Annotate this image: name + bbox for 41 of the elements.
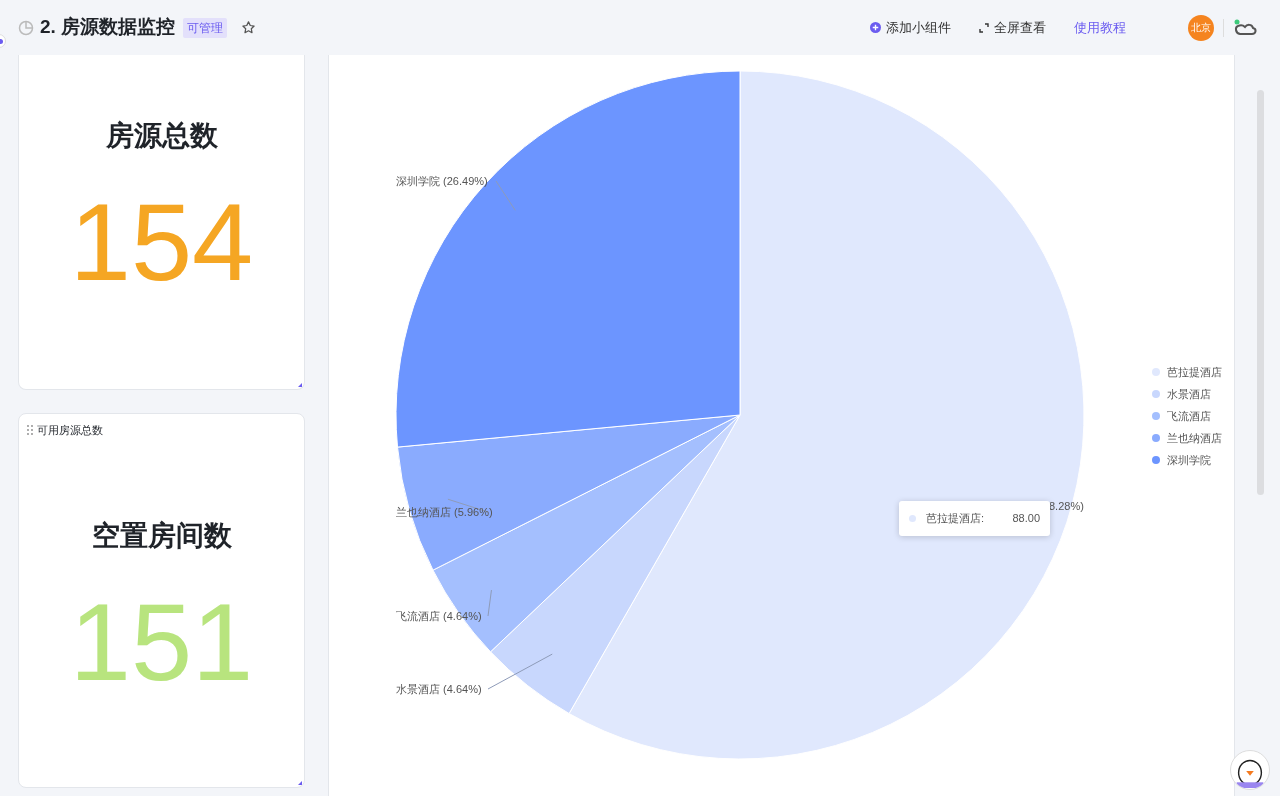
leader-line bbox=[495, 180, 516, 211]
tutorial-link[interactable]: 使用教程 bbox=[1074, 17, 1126, 38]
slice-label: 深圳学院 (26.49%) bbox=[396, 175, 488, 187]
legend-item[interactable]: 水景酒店 bbox=[1152, 388, 1211, 400]
leader-line bbox=[487, 653, 553, 690]
drag-handle-icon[interactable] bbox=[27, 425, 33, 436]
dashboard-title: 2. 房源数据监控 bbox=[40, 15, 176, 40]
pie-slice[interactable] bbox=[568, 70, 1084, 760]
slice-label: 飞流酒店 (4.64%) bbox=[396, 610, 482, 622]
fullscreen-button[interactable]: 全屏查看 bbox=[979, 17, 1046, 38]
legend-item[interactable]: 飞流酒店 bbox=[1152, 410, 1211, 422]
star-icon[interactable] bbox=[241, 20, 257, 35]
resize-handle-icon[interactable] bbox=[298, 781, 302, 785]
permission-tag: 可管理 bbox=[183, 17, 228, 38]
legend-label: 芭拉提酒店 bbox=[1167, 366, 1222, 378]
add-button[interactable]: 添加小组件 bbox=[870, 17, 951, 38]
widget-title: 空置房间数 bbox=[91, 518, 232, 553]
pie-slice[interactable] bbox=[395, 70, 741, 448]
assistant-avatar[interactable] bbox=[1230, 750, 1270, 790]
slice-label: 8.28%) bbox=[1049, 500, 1084, 512]
legend-item[interactable]: 兰也纳酒店 bbox=[1152, 432, 1222, 444]
legend-item[interactable]: 深圳学院 bbox=[1152, 454, 1211, 466]
legend-item[interactable]: 芭拉提酒店 bbox=[1152, 366, 1222, 378]
tooltip-value: 88.00 bbox=[1012, 511, 1040, 527]
widget-title: 房源总数 bbox=[105, 119, 218, 153]
plus-circle-icon bbox=[870, 22, 881, 33]
pie-chart-icon bbox=[18, 19, 34, 36]
leader-line bbox=[487, 589, 492, 617]
scrollbar-thumb[interactable] bbox=[1257, 90, 1264, 495]
legend-label: 深圳学院 bbox=[1167, 454, 1211, 466]
widget-header: 可用房源总数 bbox=[37, 423, 103, 438]
slice-label: 水景酒店 (4.64%) bbox=[396, 683, 482, 695]
widget-value: 154 bbox=[69, 187, 254, 297]
tooltip-label: 芭拉提酒店: bbox=[926, 511, 985, 527]
expand-icon bbox=[979, 22, 989, 33]
legend-label: 兰也纳酒店 bbox=[1167, 432, 1222, 444]
legend-label: 水景酒店 bbox=[1167, 388, 1211, 400]
widget-value: 151 bbox=[69, 586, 254, 697]
cloud-icon[interactable] bbox=[1233, 17, 1258, 38]
resize-handle-icon[interactable] bbox=[298, 383, 302, 387]
legend-label: 飞流酒店 bbox=[1167, 410, 1211, 422]
